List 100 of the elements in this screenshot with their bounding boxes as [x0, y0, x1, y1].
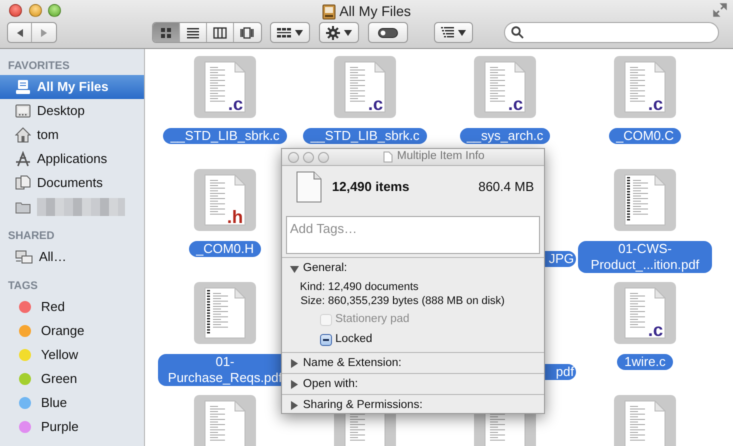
field-label: Kind:: [298, 280, 325, 294]
file-thumbnail[interactable]: .h: [194, 169, 256, 231]
file-thumbnail[interactable]: .c: [194, 56, 256, 118]
view-mode-control[interactable]: [152, 22, 262, 43]
zoom-button[interactable]: [48, 4, 61, 17]
computers-icon: [15, 250, 33, 264]
file-name[interactable]: 01-CWS-Product_...ition.pdf: [578, 241, 712, 273]
house-icon: [15, 127, 31, 143]
document-icon: [624, 61, 666, 113]
document-icon: [624, 174, 666, 226]
document-icon: [204, 61, 246, 113]
file-extension: .c: [508, 95, 523, 113]
close-button[interactable]: [9, 4, 22, 17]
file-name[interactable]: __STD_LIB_sbrk.c: [163, 128, 287, 144]
section-toggle[interactable]: Sharing & Permissions:: [290, 396, 544, 414]
document-icon: [624, 400, 666, 446]
sidebar-item[interactable]: Red: [0, 295, 144, 319]
file-name[interactable]: __sys_arch.c: [460, 128, 550, 144]
action-button[interactable]: [318, 22, 359, 43]
sidebar-item[interactable]: Documents: [0, 171, 144, 195]
cabinet-icon: [322, 4, 336, 20]
total-size: 860.4 MB: [478, 178, 534, 196]
gear-icon: [326, 26, 340, 40]
file-thumbnail[interactable]: .c: [614, 282, 676, 344]
field-label: Size:: [300, 294, 325, 308]
disclosure-triangle-icon: [290, 380, 299, 389]
checkbox[interactable]: [320, 334, 332, 346]
columns-icon: [212, 26, 227, 40]
field-value: 12,490 documents: [328, 280, 419, 294]
file-name[interactable]: _COM0.H: [189, 241, 261, 257]
file-name[interactable]: 1wire.c: [617, 354, 673, 370]
sidebar-item[interactable]: Yellow: [0, 343, 144, 367]
sidebar-item[interactable]: All…: [0, 245, 144, 269]
disclosure-triangle-icon: [290, 264, 299, 274]
file-thumbnail[interactable]: [614, 169, 676, 231]
file-extension: .c: [648, 95, 663, 113]
monitor-icon: [15, 104, 31, 118]
view-mode-button[interactable]: [153, 23, 180, 42]
file-thumbnail[interactable]: .c: [474, 56, 536, 118]
sidebar-item[interactable]: Purple: [0, 415, 144, 439]
documents-icon: [15, 175, 31, 191]
document-icon: [204, 400, 246, 446]
fullscreen-icon[interactable]: [713, 3, 727, 17]
right-arrow-icon: [39, 28, 50, 38]
sidebar-item[interactable]: Green: [0, 367, 144, 391]
file-thumbnail[interactable]: .c: [614, 56, 676, 118]
section-toggle[interactable]: General:: [290, 260, 544, 278]
window-title: Multiple Item Info: [397, 149, 485, 164]
sidebar-item[interactable]: Applications: [0, 147, 144, 171]
file-name[interactable]: _COM0.C: [609, 128, 681, 144]
tags-field[interactable]: Add Tags…: [286, 216, 540, 254]
file-extension: .c: [228, 95, 243, 113]
document-icon: [624, 287, 666, 339]
grid-icon: [158, 26, 173, 40]
sidebar-item[interactable]: Desktop: [0, 99, 144, 123]
section-heading: SHARED: [7, 229, 56, 244]
minimize-button[interactable]: [28, 4, 42, 17]
coverflow-icon: [240, 26, 254, 40]
file-extension: .h: [227, 208, 243, 226]
field-value: 860,355,239 bytes (888 MB on disk): [328, 294, 505, 308]
search-field[interactable]: [504, 22, 720, 43]
section-heading: FAVORITES: [7, 59, 71, 74]
section-heading: TAGS: [7, 279, 39, 294]
file-thumbnail[interactable]: [194, 395, 256, 446]
folder-icon: [15, 200, 31, 214]
cabinet-icon: [15, 79, 31, 95]
search-icon: [510, 26, 524, 39]
checkbox-label: Stationery pad: [335, 312, 410, 327]
disclosure-triangle-icon: [290, 359, 299, 368]
sort-button[interactable]: [434, 22, 473, 43]
caret-icon: [294, 30, 303, 36]
sidebar-item[interactable]: Orange: [0, 319, 144, 343]
disclosure-triangle-icon: [290, 401, 299, 410]
document-icon: [344, 61, 386, 113]
list-icon: [440, 27, 454, 38]
caret-icon: [458, 30, 466, 36]
navigation-control[interactable]: [7, 22, 58, 43]
arrange-button[interactable]: [270, 22, 310, 43]
checkbox-label: Locked: [335, 332, 372, 348]
sidebar-item[interactable]: All My Files: [0, 75, 144, 99]
tag-icon: [378, 28, 398, 38]
list-icon: [186, 26, 200, 40]
file-name[interactable]: __STD_LIB_sbrk.c: [303, 128, 427, 144]
item-count: 12,490 items: [332, 178, 410, 196]
compass-icon: [15, 151, 31, 167]
caret-icon: [344, 30, 352, 36]
tag-button[interactable]: [368, 22, 408, 43]
sidebar-item[interactable]: tom: [0, 123, 144, 147]
document-icon: [296, 171, 322, 203]
file-extension: .c: [648, 321, 663, 339]
left-arrow-icon: [14, 28, 25, 38]
sidebar-item[interactable]: Blue: [0, 391, 144, 415]
document-icon: [484, 61, 526, 113]
file-thumbnail[interactable]: .c: [334, 56, 396, 118]
file-extension: .c: [368, 95, 383, 113]
window-title: All My Files: [339, 2, 411, 21]
file-thumbnail[interactable]: [614, 395, 676, 446]
grid-icon: [276, 28, 291, 38]
file-thumbnail[interactable]: [194, 282, 256, 344]
document-icon: [204, 174, 246, 226]
